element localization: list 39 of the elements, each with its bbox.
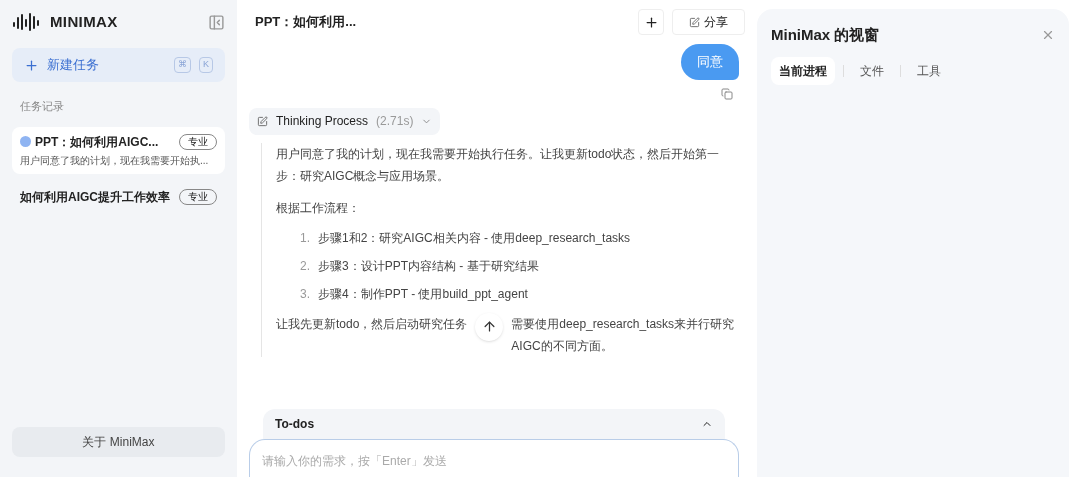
message-input-field[interactable]: 请输入你的需求，按「Enter」发送 bbox=[249, 439, 739, 477]
thinking-paragraph: 让我先更新todo，然后启动研究任务 bbox=[276, 315, 468, 333]
plus-icon bbox=[24, 57, 39, 73]
copy-icon[interactable] bbox=[721, 87, 733, 100]
section-title: 任务记录 bbox=[19, 99, 65, 114]
task-item[interactable]: 如何利用AIGC提升工作效率 专业 bbox=[12, 181, 225, 212]
logo-text: MINIMAX bbox=[50, 11, 118, 32]
todos-header[interactable]: To-dos bbox=[263, 409, 725, 439]
task-preview: 用户同意了我的计划，现在我需要开始执... bbox=[20, 153, 210, 168]
task-title: PPT：如何利用AIGC... bbox=[35, 133, 160, 151]
logo-wave-icon bbox=[12, 12, 42, 32]
list-number: 2. bbox=[300, 257, 310, 275]
thinking-paragraph: 用户同意了我的计划，现在我需要开始执行任务。让我更新todo状态，然后开始第一步：研究AIGC概念与应用场景。 bbox=[276, 145, 721, 185]
collapse-sidebar-icon[interactable] bbox=[208, 13, 225, 31]
plus-icon bbox=[643, 14, 659, 30]
user-message: 同意 bbox=[681, 44, 739, 80]
panel-tab[interactable]: 文件 bbox=[852, 56, 892, 85]
new-chat-button[interactable] bbox=[638, 9, 664, 35]
scroll-down-button[interactable] bbox=[475, 312, 504, 341]
share-button[interactable]: 分享 bbox=[672, 9, 745, 35]
list-number: 1. bbox=[300, 229, 310, 247]
panel-title: MiniMax 的视窗 bbox=[771, 25, 880, 45]
task-item[interactable]: PPT：如何利用AIGC... 专业 用户同意了我的计划，现在我需要开始执... bbox=[12, 126, 225, 174]
thinking-icon bbox=[257, 115, 268, 127]
shortcut-key: ⌘ bbox=[174, 57, 191, 73]
list-item-text: 步骤4：制作PPT - 使用build_ppt_agent bbox=[318, 285, 528, 303]
about-button[interactable]: 关于 MiniMax bbox=[12, 427, 225, 457]
chat-title: PPT：如何利用... bbox=[255, 13, 357, 32]
thinking-paragraph: 需要使用deep_research_tasks来并行研究AIGC的不同方面。 bbox=[511, 315, 736, 355]
list-item-text: 步骤1和2：研究AIGC相关内容 - 使用deep_research_tasks bbox=[318, 229, 631, 247]
panel-tab[interactable]: 工具 bbox=[909, 56, 949, 85]
thinking-paragraph: 根据工作流程： bbox=[276, 199, 361, 217]
thinking-toggle[interactable]: Thinking Process (2.71s) bbox=[249, 107, 441, 135]
new-task-button[interactable]: 新建任务 ⌘ K bbox=[12, 48, 225, 82]
task-title: 如何利用AIGC提升工作效率 bbox=[20, 188, 171, 206]
list-item-text: 步骤3：设计PPT内容结构 - 基于研究结果 bbox=[318, 257, 539, 275]
shortcut-key: K bbox=[199, 57, 213, 73]
list-number: 3. bbox=[300, 285, 310, 303]
panel-tab[interactable]: 当前进程 bbox=[771, 56, 835, 85]
